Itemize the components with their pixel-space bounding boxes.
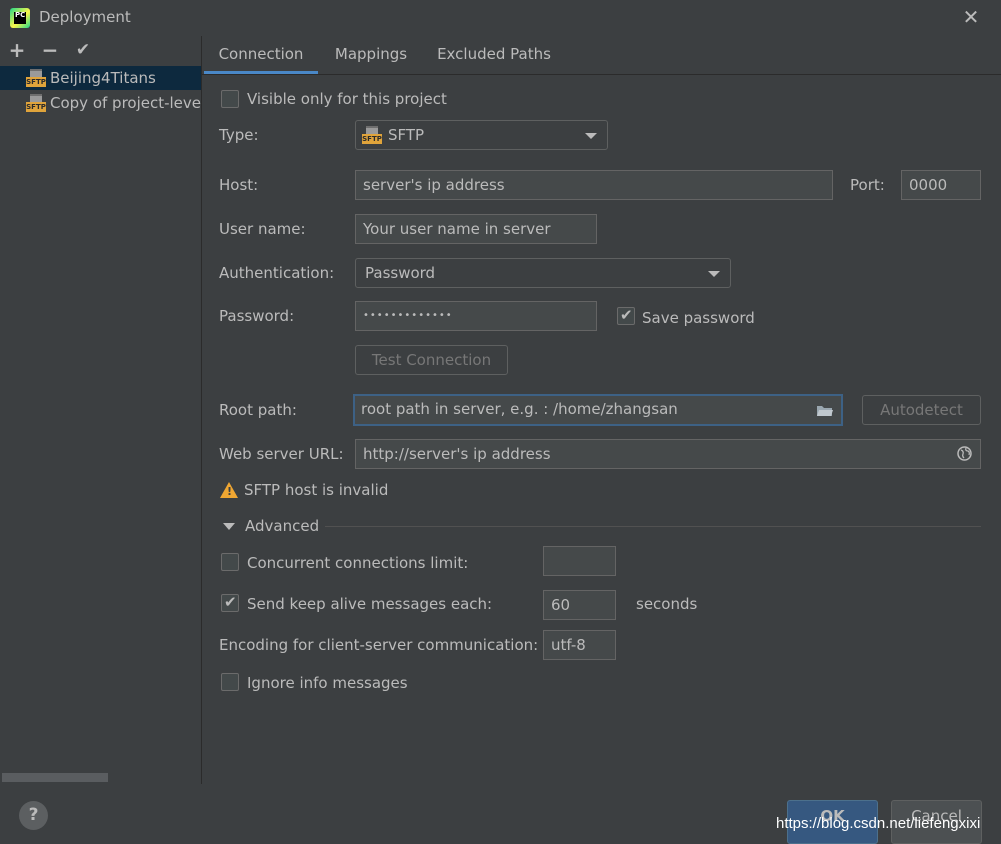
server-item-label: Copy of project-leve	[50, 94, 201, 112]
type-dropdown[interactable]: SFTP SFTP	[355, 120, 608, 150]
apply-server-button[interactable]: ✔	[73, 40, 93, 60]
username-input[interactable]: Your user name in server	[355, 214, 597, 244]
chevron-down-icon	[585, 133, 597, 139]
auth-dropdown[interactable]: Password	[355, 258, 731, 288]
concurrent-label: Concurrent connections limit:	[247, 554, 469, 572]
tab-connection[interactable]: Connection	[204, 40, 318, 74]
visible-only-label: Visible only for this project	[247, 90, 447, 108]
server-list-panel	[0, 36, 202, 784]
password-label: Password:	[219, 307, 295, 325]
keepalive-checkbox[interactable]	[221, 593, 239, 612]
host-label: Host:	[219, 176, 259, 194]
advanced-section-label[interactable]: Advanced	[245, 517, 319, 535]
tab-divider	[202, 74, 1001, 75]
web-url-label: Web server URL:	[219, 445, 344, 463]
server-item-label: Beijing4Titans	[50, 69, 156, 87]
close-icon[interactable]: ✕	[960, 6, 982, 28]
ignore-info-checkbox[interactable]	[221, 673, 239, 691]
sftp-icon: SFTP	[362, 126, 382, 144]
port-label: Port:	[850, 176, 885, 194]
concurrent-checkbox[interactable]	[221, 553, 239, 571]
autodetect-button[interactable]: Autodetect	[862, 395, 981, 425]
type-label: Type:	[219, 126, 259, 144]
remove-server-button[interactable]: −	[40, 40, 60, 60]
keepalive-unit: seconds	[636, 595, 698, 613]
app-icon-text: PC	[15, 11, 26, 19]
keepalive-label: Send keep alive messages each:	[247, 595, 493, 613]
password-input[interactable]: •••••••••••••	[355, 301, 597, 331]
warning-icon: !	[220, 482, 238, 498]
server-item-beijing4titans[interactable]: SFTP Beijing4Titans	[0, 66, 201, 90]
auth-label: Authentication:	[219, 264, 335, 282]
watermark-text: https://blog.csdn.net/liefengxixi	[776, 815, 981, 832]
port-input[interactable]: 0000	[901, 170, 981, 200]
server-item-copy[interactable]: SFTP Copy of project-leve	[0, 91, 201, 115]
host-input[interactable]: server's ip address	[355, 170, 833, 200]
auth-value: Password	[365, 264, 436, 282]
tab-mappings[interactable]: Mappings	[322, 40, 420, 74]
sftp-server-icon: SFTP	[26, 94, 46, 112]
ignore-info-label: Ignore info messages	[247, 674, 408, 692]
save-password-label: Save password	[642, 309, 755, 327]
username-label: User name:	[219, 220, 306, 238]
globe-icon[interactable]	[957, 446, 972, 461]
warning-text: SFTP host is invalid	[244, 481, 389, 499]
title-bar	[0, 0, 1001, 36]
root-path-value: root path in server, e.g. : /home/zhangs…	[361, 400, 678, 418]
add-server-button[interactable]: +	[7, 40, 27, 60]
help-button[interactable]: ?	[19, 801, 48, 830]
web-url-input[interactable]: http://server's ip address	[355, 439, 981, 469]
root-path-input[interactable]: root path in server, e.g. : /home/zhangs…	[353, 394, 843, 426]
encoding-label: Encoding for client-server communication…	[219, 636, 539, 654]
folder-icon[interactable]	[816, 403, 834, 416]
type-value: SFTP	[388, 126, 425, 144]
root-path-label: Root path:	[219, 401, 297, 419]
pycharm-app-icon: PC	[10, 8, 30, 28]
keepalive-input[interactable]: 60	[543, 590, 616, 620]
triangle-down-icon[interactable]	[223, 523, 235, 530]
concurrent-input[interactable]	[543, 546, 616, 576]
advanced-separator	[325, 526, 981, 527]
visible-only-checkbox[interactable]	[221, 90, 239, 108]
chevron-down-icon	[708, 271, 720, 277]
encoding-input[interactable]: utf-8	[543, 630, 616, 660]
save-password-checkbox[interactable]	[617, 306, 635, 325]
test-connection-button[interactable]: Test Connection	[355, 345, 508, 375]
window-title: Deployment	[39, 8, 131, 26]
sftp-server-icon: SFTP	[26, 69, 46, 87]
horizontal-scrollbar[interactable]	[2, 773, 108, 782]
tab-excluded-paths[interactable]: Excluded Paths	[428, 40, 560, 74]
